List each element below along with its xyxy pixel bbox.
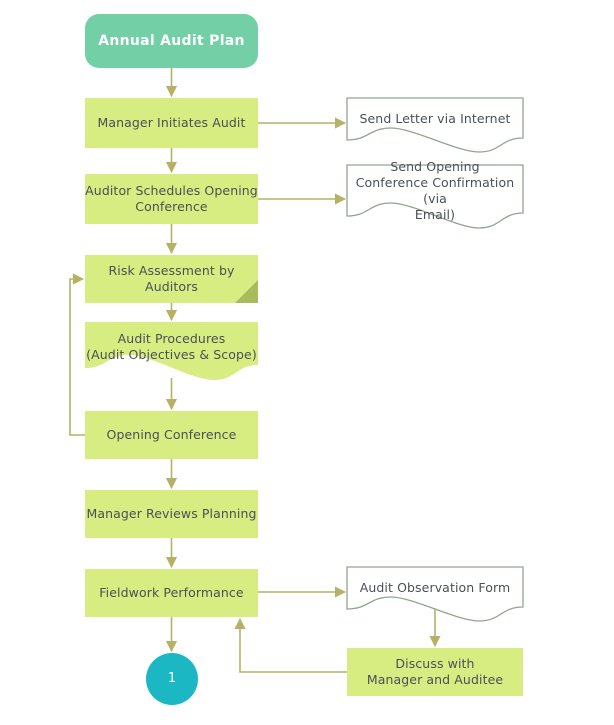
node-fieldwork-performance[interactable]: [85, 569, 258, 617]
node-send-letter-via-internet[interactable]: [346, 97, 524, 153]
node-opening-conference[interactable]: [85, 411, 258, 459]
flowchart-canvas: Annual Audit Plan Manager Initiates Audi…: [0, 0, 614, 725]
node-discuss-with-manager-and-auditee[interactable]: [347, 648, 523, 696]
node-audit-observation-form[interactable]: [346, 566, 524, 622]
node-manager-initiates-audit[interactable]: [85, 98, 258, 148]
node-send-opening-conference-confirmation[interactable]: [346, 164, 524, 229]
node-auditor-schedules-opening-conference[interactable]: [85, 174, 258, 224]
node-annual-audit-plan[interactable]: [85, 14, 258, 68]
node-manager-reviews-planning[interactable]: [85, 490, 258, 538]
nodes-layer: [85, 14, 524, 705]
node-risk-assessment-by-auditors[interactable]: [85, 255, 258, 303]
node-audit-procedures[interactable]: [85, 322, 258, 380]
node-off-page-connector-1[interactable]: [146, 653, 198, 705]
